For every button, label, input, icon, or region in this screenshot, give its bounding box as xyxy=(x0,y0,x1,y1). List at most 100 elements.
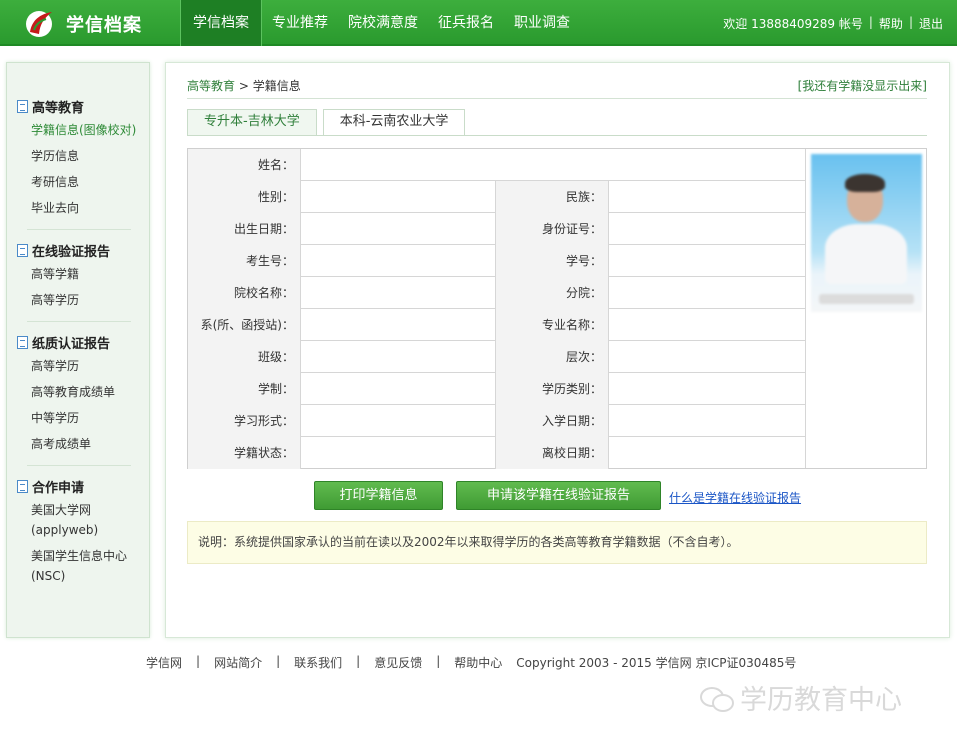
sidebar-item-applyweb[interactable]: 美国大学网 (applyweb) xyxy=(17,497,149,543)
logout-link[interactable]: 退出 xyxy=(919,15,943,32)
apply-report-button[interactable]: 申请该学籍在线验证报告 xyxy=(456,481,661,510)
field-label-school: 院校名称： xyxy=(188,277,301,309)
sidebar-item-nsc[interactable]: 美国学生信息中心 (NSC) xyxy=(17,543,149,589)
welcome-text: 欢迎 13888409289 帐号 xyxy=(723,17,863,31)
tab-yunnan-agricultural-university[interactable]: 本科-云南农业大学 xyxy=(322,109,466,136)
document-icon xyxy=(17,243,28,257)
footer-link-contact[interactable]: 联系我们 xyxy=(294,654,342,671)
nav-career-survey[interactable]: 职业调查 xyxy=(504,0,580,46)
document-icon xyxy=(17,99,28,113)
field-value-education-type xyxy=(609,373,805,405)
document-icon xyxy=(17,335,28,349)
sidebar-item-gaokao-score[interactable]: 高考成绩单 xyxy=(17,431,149,457)
table-row: 系(所、函授站)： 专业名称： xyxy=(188,309,805,341)
main-nav: 学信档案 专业推荐 院校满意度 征兵报名 职业调查 xyxy=(180,0,580,46)
separator: | xyxy=(908,15,913,29)
field-value-department xyxy=(301,309,496,341)
field-label-student-number: 学号： xyxy=(496,245,609,277)
field-value-enroll-date xyxy=(609,405,805,437)
document-icon xyxy=(17,479,28,493)
field-label-major: 专业名称： xyxy=(496,309,609,341)
divider xyxy=(27,321,131,322)
footer-link-feedback[interactable]: 意见反馈 xyxy=(374,654,422,671)
field-label-ethnicity: 民族： xyxy=(496,181,609,213)
field-label-birthdate: 出生日期： xyxy=(188,213,301,245)
footer: 学信网 | 网站简介 | 联系我们 | 意见反馈 | 帮助中心 Copyrigh… xyxy=(146,654,796,671)
breadcrumb-current: 学籍信息 xyxy=(252,79,301,93)
photo-column xyxy=(805,149,926,468)
nav-xuexin-dangan[interactable]: 学信档案 xyxy=(180,0,262,46)
field-value-school xyxy=(301,277,496,309)
nav-school-satisfaction[interactable]: 院校满意度 xyxy=(338,0,428,46)
sidebar-item-student-status[interactable]: 学籍信息(图像校对) xyxy=(17,117,149,143)
field-label-leave-date: 离校日期： xyxy=(496,437,609,469)
help-link[interactable]: 帮助 xyxy=(879,15,903,32)
nav-military-signup[interactable]: 征兵报名 xyxy=(428,0,504,46)
student-photo xyxy=(811,154,922,312)
footer-separator: | xyxy=(196,654,201,668)
sidebar-item-online-enrollment[interactable]: 高等学籍 xyxy=(17,261,149,287)
sidebar-group-higher-education: 高等教育 学籍信息(图像校对) 学历信息 考研信息 毕业去向 xyxy=(7,95,149,221)
field-value-student-number xyxy=(609,245,805,277)
field-label-status: 学籍状态： xyxy=(188,437,301,469)
table-row: 院校名称： 分院： xyxy=(188,277,805,309)
table-row: 性别： 民族： xyxy=(188,181,805,213)
student-info-table: 姓名： 性别： 民族： 出生日期： 身份证号： 考生号： 学号： 院校名称： 分… xyxy=(187,148,927,469)
logo-icon xyxy=(26,11,52,37)
field-label-name: 姓名： xyxy=(188,149,301,181)
field-label-study-form: 学习形式： xyxy=(188,405,301,437)
sidebar-item-transcript[interactable]: 高等教育成绩单 xyxy=(17,379,149,405)
field-label-enroll-date: 入学日期： xyxy=(496,405,609,437)
field-value-gender xyxy=(301,181,496,213)
field-label-exam-number: 考生号： xyxy=(188,245,301,277)
sidebar-group-online-report: 在线验证报告 高等学籍 高等学历 xyxy=(7,239,149,313)
footer-separator: | xyxy=(436,654,441,668)
field-label-id-number: 身份证号： xyxy=(496,213,609,245)
field-label-class: 班级： xyxy=(188,341,301,373)
what-is-report-link[interactable]: 什么是学籍在线验证报告 xyxy=(669,489,801,506)
field-value-class xyxy=(301,341,496,373)
divider xyxy=(187,98,927,99)
field-value-level xyxy=(609,341,805,373)
sidebar-item-paper-degree[interactable]: 高等学历 xyxy=(17,353,149,379)
sidebar-group-partner: 合作申请 美国大学网 (applyweb) 美国学生信息中心 (NSC) xyxy=(7,475,149,589)
divider xyxy=(27,229,131,230)
field-value-name xyxy=(301,149,805,181)
tab-jilin-university[interactable]: 专升本-吉林大学 xyxy=(187,109,317,135)
sidebar-item-online-degree[interactable]: 高等学历 xyxy=(17,287,149,313)
main-panel: 高等教育 > 学籍信息 [我还有学籍没显示出来] 专升本-吉林大学 本科-云南农… xyxy=(165,62,950,638)
field-value-study-form xyxy=(301,405,496,437)
footer-link-help[interactable]: 帮助中心 xyxy=(454,654,502,671)
sidebar-item-graduate-destination[interactable]: 毕业去向 xyxy=(17,195,149,221)
footer-link-about[interactable]: 网站简介 xyxy=(214,654,262,671)
field-label-level: 层次： xyxy=(496,341,609,373)
footer-separator: | xyxy=(276,654,281,668)
record-tabs: 专升本-吉林大学 本科-云南农业大学 xyxy=(187,109,466,136)
breadcrumb-parent[interactable]: 高等教育 xyxy=(187,79,235,93)
field-label-education-type: 学历类别： xyxy=(496,373,609,405)
sidebar-item-secondary-degree[interactable]: 中等学历 xyxy=(17,405,149,431)
divider xyxy=(27,465,131,466)
sidebar-heading: 高等教育 xyxy=(17,95,149,117)
table-row: 学制： 学历类别： xyxy=(188,373,805,405)
user-bar: 欢迎 13888409289 帐号 | 帮助 | 退出 xyxy=(723,15,943,32)
table-row: 姓名： xyxy=(188,149,805,181)
footer-separator: | xyxy=(356,654,361,668)
missing-record-link[interactable]: [我还有学籍没显示出来] xyxy=(798,77,927,94)
field-value-branch xyxy=(609,277,805,309)
field-value-leave-date xyxy=(609,437,805,469)
field-value-exam-number xyxy=(301,245,496,277)
sidebar-item-postgrad-exam[interactable]: 考研信息 xyxy=(17,169,149,195)
info-note: 说明：系统提供国家承认的当前在读以及2002年以来取得学历的各类高等教育学籍数据… xyxy=(187,521,927,564)
print-button[interactable]: 打印学籍信息 xyxy=(314,481,443,510)
sidebar-heading: 在线验证报告 xyxy=(17,239,149,261)
field-label-duration: 学制： xyxy=(188,373,301,405)
footer-link-chsi[interactable]: 学信网 xyxy=(146,654,182,671)
table-row: 出生日期： 身份证号： xyxy=(188,213,805,245)
field-label-gender: 性别： xyxy=(188,181,301,213)
sidebar-item-degree-info[interactable]: 学历信息 xyxy=(17,143,149,169)
nav-major-recommend[interactable]: 专业推荐 xyxy=(262,0,338,46)
sidebar-heading: 纸质认证报告 xyxy=(17,331,149,353)
watermark-text: 学历教育中心 xyxy=(740,685,902,716)
field-label-department: 系(所、函授站)： xyxy=(188,309,301,341)
